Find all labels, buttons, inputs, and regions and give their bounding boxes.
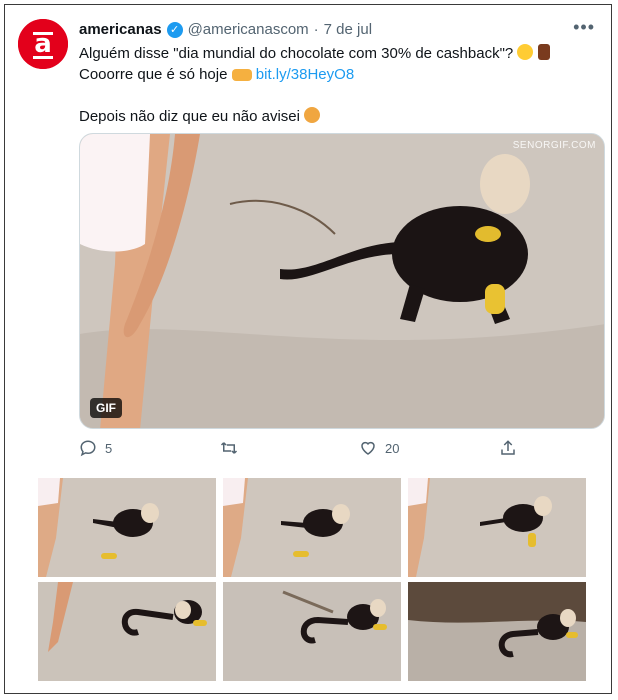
tweet-line-2: Cooorre que é só hoje bit.ly/38HeyO8 <box>79 66 355 83</box>
gif-frame-4 <box>38 582 216 681</box>
gif-frame-6 <box>408 582 586 681</box>
reply-icon <box>80 440 96 457</box>
share-button[interactable] <box>499 439 517 457</box>
gif-scene <box>80 134 604 428</box>
gif-media[interactable]: SENORGIF.COM GIF <box>79 133 605 429</box>
tweet-header: americanas ✓ @americanascom · 7 de jul <box>79 21 372 38</box>
americanas-logo-icon[interactable]: a <box>18 19 68 69</box>
reply-button[interactable]: 5 <box>79 439 112 457</box>
gif-frame-2 <box>223 478 401 577</box>
screenshot-frame: a americanas ✓ @americanascom · 7 de jul… <box>4 4 612 694</box>
tweet-line-3: Depois não diz que eu não avisei <box>79 106 599 127</box>
person-shrugging-emoji-icon <box>304 107 321 123</box>
retweet-button[interactable] <box>219 439 239 457</box>
display-name[interactable]: americanas <box>79 21 162 38</box>
heart-icon <box>361 441 375 455</box>
separator: · <box>313 21 319 38</box>
retweet-icon <box>220 442 238 454</box>
gif-frame-5 <box>223 582 401 681</box>
pointing-right-emoji-icon <box>231 69 252 81</box>
share-icon <box>501 440 515 455</box>
tweet-line-1: Alguém disse "dia mundial do chocolate c… <box>79 43 599 64</box>
more-options-icon[interactable]: ••• <box>573 17 595 38</box>
verified-badge-icon: ✓ <box>166 21 183 38</box>
gif-frame-grid <box>38 478 586 682</box>
tweet-date[interactable]: 7 de jul <box>324 21 372 38</box>
tweet-text: Alguém disse "dia mundial do chocolate c… <box>79 43 599 127</box>
gif-frame-1 <box>38 478 216 577</box>
gif-frame-3 <box>408 478 586 577</box>
tweet-actions: 5 20 <box>79 439 599 459</box>
chocolate-emoji-icon <box>537 44 550 60</box>
tweet-link[interactable]: bit.ly/38HeyO8 <box>256 66 354 83</box>
yum-emoji-icon <box>517 44 534 60</box>
like-count: 20 <box>385 440 400 456</box>
gif-watermark: SENORGIF.COM <box>512 140 596 151</box>
gif-badge: GIF <box>90 398 122 418</box>
handle[interactable]: @americanascom <box>188 21 309 38</box>
like-button[interactable]: 20 <box>359 439 399 457</box>
reply-count: 5 <box>105 440 113 456</box>
